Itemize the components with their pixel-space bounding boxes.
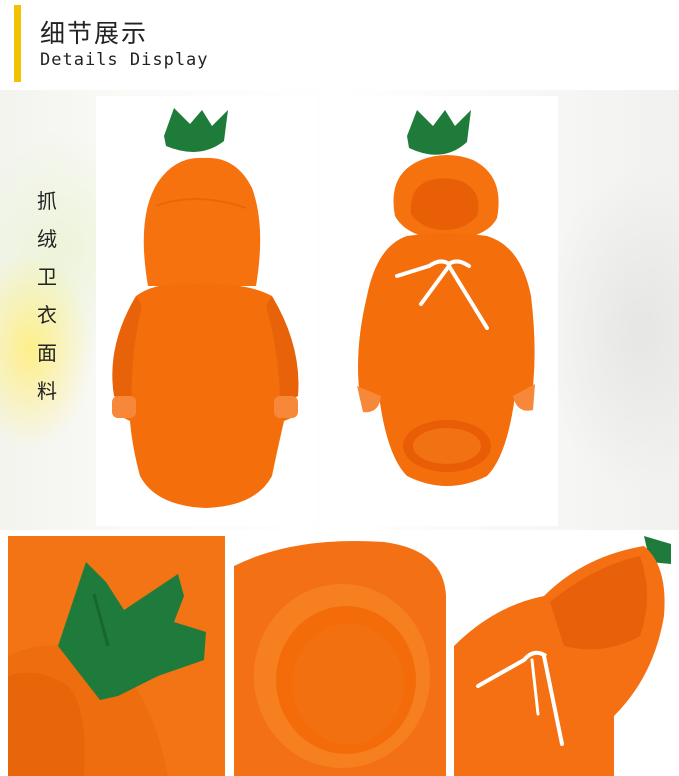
- fabric-label-char: 面: [37, 341, 57, 365]
- fabric-label-char: 抓: [37, 189, 57, 213]
- fabric-label-char: 卫: [37, 265, 57, 289]
- fabric-label-char: 衣: [37, 303, 57, 327]
- fabric-label-char: 料: [37, 379, 57, 403]
- fabric-label-char: 绒: [37, 227, 57, 251]
- hoodie-front-illustration: [357, 110, 535, 486]
- hoodie-front-photo: [337, 96, 558, 526]
- stem-closeup-photo: [8, 536, 225, 776]
- fabric-vertical-label: 抓 绒 卫 衣 面 料: [32, 186, 62, 406]
- section-title-english: Details Display: [40, 50, 209, 70]
- fleece-collar-closeup-photo: [234, 536, 446, 776]
- header-accent-bar: [14, 5, 21, 82]
- hoodie-back-illustration: [112, 108, 299, 508]
- hoodie-back-photo: [96, 96, 316, 526]
- stem-closeup-illustration: [8, 536, 225, 776]
- drawstring-closeup-photo: [454, 536, 671, 776]
- section-title-chinese: 细节展示: [40, 19, 149, 48]
- fleece-collar-illustration: [234, 536, 446, 776]
- drawstring-closeup-illustration: [454, 536, 671, 776]
